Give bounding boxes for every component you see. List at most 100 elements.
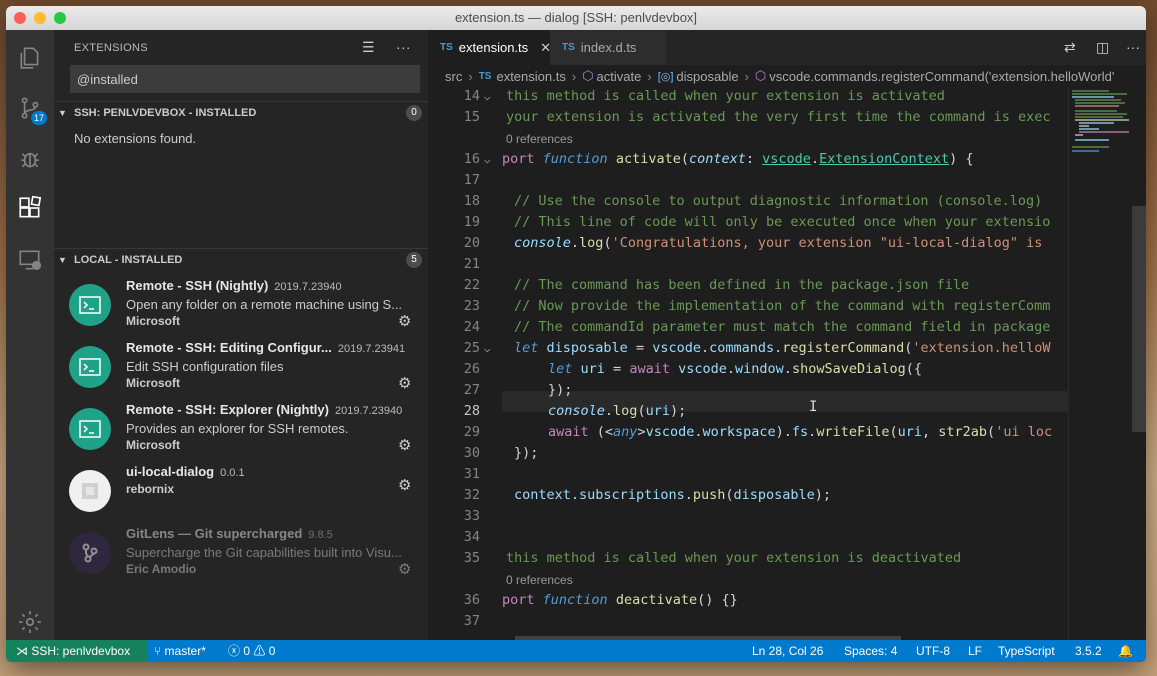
explorer-icon[interactable] bbox=[6, 34, 54, 82]
code-line: 22// The command has been defined in the… bbox=[463, 277, 970, 293]
problems-indicator[interactable]: ⓧ 0 ⚠ 0 bbox=[228, 640, 275, 662]
manage-gear-icon[interactable]: ⚙ bbox=[398, 312, 411, 330]
remote-indicator[interactable]: ⋊ SSH: penlvdevbox bbox=[6, 640, 148, 662]
codelens-references[interactable]: 0 references bbox=[506, 132, 573, 146]
remote-icon: ⋊ bbox=[16, 644, 32, 658]
extension-description: Provides an explorer for SSH remotes. bbox=[126, 421, 349, 436]
extensions-search-input[interactable]: @installed bbox=[70, 65, 420, 93]
source-control-icon[interactable]: 17 bbox=[6, 84, 54, 132]
terminal-logo-icon bbox=[69, 346, 111, 388]
local-installed-section-header[interactable]: ▼ LOCAL - INSTALLED 5 bbox=[54, 248, 428, 270]
tab-index-d-ts[interactable]: TS index.d.ts bbox=[550, 30, 666, 65]
manage-gear-icon[interactable] bbox=[6, 598, 54, 646]
fold-chevron-icon: ⌵ bbox=[484, 342, 491, 355]
extension-item[interactable]: Remote - SSH: Explorer (Nightly) 2019.7.2… bbox=[54, 400, 428, 462]
cursor-position[interactable]: Ln 28, Col 26 bbox=[752, 640, 823, 662]
breadcrumb-file[interactable]: extension.ts bbox=[496, 69, 565, 84]
breadcrumb-folder[interactable]: src bbox=[445, 69, 462, 84]
code-line: 29 await (<any>vscode.workspace).fs.write… bbox=[463, 424, 1053, 440]
terminal-logo-icon bbox=[69, 284, 111, 326]
extension-item[interactable]: Remote - SSH: Editing Configur... 2019.7.… bbox=[54, 338, 428, 400]
more-actions-icon[interactable]: ··· bbox=[1126, 39, 1140, 55]
debug-icon[interactable] bbox=[6, 134, 54, 182]
default-extension-logo-icon bbox=[69, 470, 111, 512]
filter-list-icon[interactable]: ☰ bbox=[362, 39, 375, 56]
extensions-icon[interactable] bbox=[6, 184, 54, 232]
ssh-installed-section-header[interactable]: ▼ SSH: PENLVDEVBOX - INSTALLED 0 bbox=[54, 101, 428, 123]
code-line: 28 console.log(uri); bbox=[463, 403, 687, 419]
breadcrumb: src › TS extension.ts › ⬡ activate › [◎]… bbox=[428, 65, 1146, 87]
extension-publisher: rebornix bbox=[126, 482, 175, 496]
code-line: 14 ⌵ this method is called when your exten… bbox=[428, 87, 1068, 107]
tab-label: index.d.ts bbox=[580, 40, 637, 55]
extension-description: Edit SSH configuration files bbox=[126, 359, 284, 374]
breadcrumb-function[interactable]: activate bbox=[597, 69, 642, 84]
gitlens-logo-icon bbox=[69, 532, 111, 574]
window-title: extension.ts — dialog [SSH: penlvdevbox] bbox=[454, 10, 698, 25]
activity-bar: 17 bbox=[6, 30, 54, 640]
code-line: 21 bbox=[463, 256, 480, 272]
code-line: 35 this method is called when your extens… bbox=[463, 550, 962, 566]
tab-label: extension.ts bbox=[458, 40, 529, 55]
more-actions-icon[interactable]: ··· bbox=[396, 39, 411, 55]
extension-name: Remote - SSH (Nightly) bbox=[126, 278, 269, 293]
code-line: 31 bbox=[463, 466, 480, 482]
text-cursor-icon: I bbox=[809, 399, 818, 415]
typescript-file-icon: TS bbox=[440, 42, 453, 53]
window-controls bbox=[14, 12, 66, 24]
extension-item[interactable]: ui-local-dialog 0.0.1 rebornix ⚙ bbox=[54, 462, 428, 524]
extension-item-disabled[interactable]: GitLens — Git supercharged 9.8.5 Supercha… bbox=[54, 524, 428, 586]
chevron-right-icon: › bbox=[744, 68, 749, 84]
vscode-window: extension.ts — dialog [SSH: penlvdevbox]… bbox=[6, 6, 1146, 662]
extension-name: Remote - SSH: Editing Configur... bbox=[126, 340, 332, 355]
fold-chevron-icon: ⌵ bbox=[484, 90, 491, 103]
code-editor[interactable]: 14 ⌵ this method is called when your exten… bbox=[428, 87, 1068, 640]
code-line: 37 bbox=[463, 613, 480, 629]
code-line: 16 ⌵ port function activate(context: vscod… bbox=[428, 149, 1068, 170]
typescript-file-icon: TS bbox=[562, 42, 575, 53]
codelens-references[interactable]: 0 references bbox=[506, 573, 573, 587]
manage-gear-icon[interactable]: ⚙ bbox=[398, 560, 411, 578]
breadcrumb-call[interactable]: vscode.commands.registerCommand('extensi… bbox=[769, 69, 1114, 84]
code-line: 26 let uri = await vscode.window.showSave… bbox=[463, 361, 922, 377]
git-branch-icon: ⑂ bbox=[154, 644, 165, 658]
minimap[interactable] bbox=[1068, 87, 1138, 640]
code-line: 25 ⌵ let disposable = vscode.commands.regi… bbox=[428, 338, 1068, 359]
code-line: 30}); bbox=[463, 445, 539, 461]
remote-explorer-icon[interactable] bbox=[6, 236, 54, 284]
extension-version: 2019.7.23940 bbox=[274, 281, 342, 293]
maximize-window-button[interactable] bbox=[54, 12, 66, 24]
extension-publisher: Eric Amodio bbox=[126, 562, 197, 576]
code-line: 18// Use the console to output diagnosti… bbox=[463, 193, 1043, 209]
code-line: 23// Now provide the implementation of t… bbox=[463, 298, 1051, 314]
manage-gear-icon[interactable]: ⚙ bbox=[398, 374, 411, 392]
close-window-button[interactable] bbox=[14, 12, 26, 24]
fold-chevron-icon: ⌵ bbox=[484, 153, 491, 166]
split-editor-icon[interactable]: ◫ bbox=[1096, 39, 1109, 56]
chevron-right-icon: › bbox=[647, 68, 652, 84]
extension-name: GitLens — Git supercharged bbox=[126, 526, 303, 541]
breadcrumb-variable[interactable]: disposable bbox=[676, 69, 738, 84]
code-line: 27}); bbox=[463, 382, 573, 398]
indentation[interactable]: Spaces: 4 bbox=[844, 640, 897, 662]
chevron-down-icon: ▼ bbox=[58, 107, 67, 118]
encoding[interactable]: UTF-8 bbox=[916, 640, 950, 662]
tab-extension-ts[interactable]: TS extension.ts ✕ bbox=[428, 30, 551, 65]
manage-gear-icon[interactable]: ⚙ bbox=[398, 436, 411, 454]
line-ending[interactable]: LF bbox=[968, 640, 982, 662]
extension-item[interactable]: Remote - SSH (Nightly) 2019.7.23940 Open … bbox=[54, 276, 428, 338]
open-changes-icon[interactable]: ⇄ bbox=[1064, 39, 1076, 56]
minimize-window-button[interactable] bbox=[34, 12, 46, 24]
code-line: 20 console.log('Congratulations, your ext… bbox=[463, 235, 1043, 251]
notifications-bell-icon[interactable]: 🔔 bbox=[1118, 640, 1133, 662]
branch-indicator[interactable]: ⑂ master* bbox=[154, 640, 206, 662]
vertical-scrollbar[interactable] bbox=[1132, 206, 1146, 432]
code-line: 24// The commandId parameter must match … bbox=[463, 319, 1051, 335]
manage-gear-icon[interactable]: ⚙ bbox=[398, 476, 411, 494]
sidebar-title: EXTENSIONS bbox=[74, 41, 148, 54]
section-label: SSH: PENLVDEVBOX - INSTALLED bbox=[74, 106, 257, 119]
extension-description: Open any folder on a remote machine usin… bbox=[126, 297, 403, 312]
typescript-version[interactable]: 3.5.2 bbox=[1075, 640, 1102, 662]
editor-area: TS extension.ts ✕ TS index.d.ts ⇄ ◫ ··· … bbox=[428, 30, 1146, 644]
language-mode[interactable]: TypeScript bbox=[998, 640, 1055, 662]
